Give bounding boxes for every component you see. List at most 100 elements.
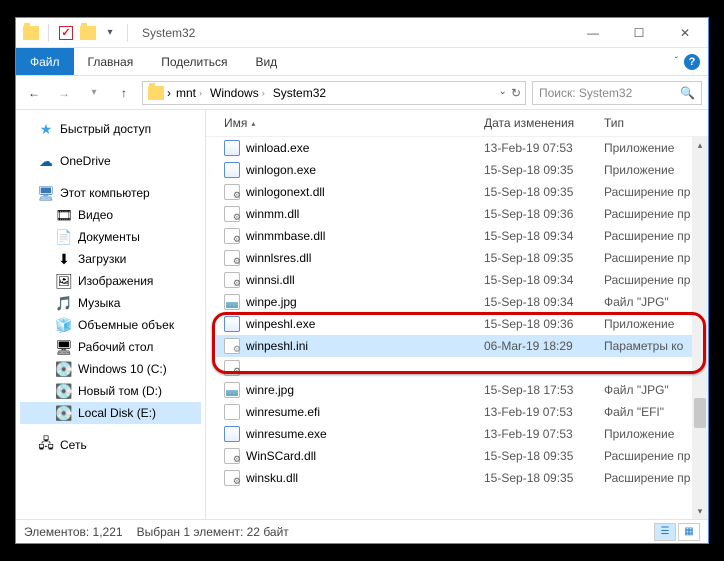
close-button[interactable]: ✕ bbox=[662, 18, 708, 48]
column-type[interactable]: Тип bbox=[596, 114, 708, 132]
history-dropdown[interactable]: ▾ bbox=[82, 81, 106, 105]
nav-drive-c[interactable]: 💽Windows 10 (C:) bbox=[20, 358, 201, 380]
tab-home[interactable]: Главная bbox=[74, 48, 148, 75]
nav-documents[interactable]: 📄Документы bbox=[20, 226, 201, 248]
search-input[interactable]: Поиск: System32 🔍 bbox=[532, 81, 702, 105]
column-headers: Имя▴ Дата изменения Тип bbox=[206, 110, 708, 137]
chevron-right-icon[interactable]: › bbox=[167, 86, 171, 100]
breadcrumb-seg[interactable]: Windows› bbox=[207, 86, 268, 100]
ribbon-collapse-icon[interactable]: ˇ bbox=[675, 56, 678, 67]
file-name: winlogonext.dll bbox=[246, 185, 325, 199]
breadcrumb-seg[interactable]: mnt› bbox=[173, 86, 205, 100]
scroll-up-icon[interactable]: ▴ bbox=[692, 137, 708, 153]
column-name[interactable]: Имя▴ bbox=[216, 114, 476, 132]
qat-dropdown-icon[interactable]: ▾ bbox=[101, 24, 119, 42]
documents-icon: 📄 bbox=[56, 229, 72, 245]
nav-pictures[interactable]: 🖼Изображения bbox=[20, 270, 201, 292]
help-icon[interactable]: ? bbox=[684, 54, 700, 70]
file-name: winload.exe bbox=[246, 141, 309, 155]
refresh-icon[interactable]: ↻ bbox=[511, 86, 521, 100]
file-row[interactable]: winpeshl.ini06-Mar-19 18:29Параметры ко bbox=[216, 335, 708, 357]
star-icon: ★ bbox=[38, 121, 54, 137]
nav-onedrive[interactable]: ☁OneDrive bbox=[20, 150, 201, 172]
file-row[interactable] bbox=[216, 357, 708, 379]
content-pane: Имя▴ Дата изменения Тип winload.exe13-Fe… bbox=[206, 110, 708, 519]
file-row[interactable]: winmmbase.dll15-Sep-18 09:34Расширение п… bbox=[216, 225, 708, 247]
file-row[interactable]: WinSCard.dll15-Sep-18 09:35Расширение пр bbox=[216, 445, 708, 467]
file-date: 15-Sep-18 09:35 bbox=[476, 449, 596, 463]
new-folder-icon[interactable] bbox=[79, 24, 97, 42]
back-button[interactable]: ← bbox=[22, 81, 46, 105]
forward-button[interactable]: → bbox=[52, 81, 76, 105]
navigation-pane[interactable]: ★Быстрый доступ ☁OneDrive 🖥Этот компьюте… bbox=[16, 110, 206, 519]
icons-view-button[interactable]: ▦ bbox=[678, 523, 700, 541]
file-row[interactable]: winresume.exe13-Feb-19 07:53Приложение bbox=[216, 423, 708, 445]
properties-icon[interactable]: ✓ bbox=[57, 24, 75, 42]
scroll-thumb[interactable] bbox=[694, 398, 706, 428]
network-icon: 🖧 bbox=[38, 437, 54, 453]
file-name: winmm.dll bbox=[246, 207, 299, 221]
file-name: winpeshl.exe bbox=[246, 317, 315, 331]
nav-drive-d[interactable]: 💽Новый том (D:) bbox=[20, 380, 201, 402]
file-dll-icon bbox=[224, 184, 240, 200]
file-date: 13-Feb-19 07:53 bbox=[476, 427, 596, 441]
scroll-down-icon[interactable]: ▾ bbox=[692, 503, 708, 519]
file-row[interactable]: winpe.jpg15-Sep-18 09:34Файл "JPG" bbox=[216, 291, 708, 313]
nav-videos[interactable]: 🎞Видео bbox=[20, 204, 201, 226]
titlebar[interactable]: ✓ ▾ System32 — ☐ ✕ bbox=[16, 18, 708, 48]
desktop-icon: 🖥 bbox=[56, 339, 72, 355]
up-button[interactable]: ↑ bbox=[112, 81, 136, 105]
file-date: 15-Sep-18 09:35 bbox=[476, 251, 596, 265]
nav-network[interactable]: 🖧Сеть bbox=[20, 434, 201, 456]
address-dropdown-icon[interactable]: ⌄ bbox=[499, 86, 507, 100]
tab-file[interactable]: Файл bbox=[16, 48, 74, 75]
drive-icon: 💽 bbox=[56, 405, 72, 421]
file-date: 15-Sep-18 09:35 bbox=[476, 185, 596, 199]
file-row[interactable]: winpeshl.exe15-Sep-18 09:36Приложение bbox=[216, 313, 708, 335]
file-row[interactable]: winlogon.exe15-Sep-18 09:35Приложение bbox=[216, 159, 708, 181]
scroll-track[interactable] bbox=[692, 153, 708, 503]
breadcrumb[interactable]: › mnt› Windows› System32 ⌄ ↻ bbox=[142, 81, 526, 105]
drive-icon: 💽 bbox=[56, 361, 72, 377]
nav-quick-access[interactable]: ★Быстрый доступ bbox=[20, 118, 201, 140]
file-row[interactable]: winsku.dll15-Sep-18 09:35Расширение пр bbox=[216, 467, 708, 489]
file-row[interactable]: winload.exe13-Feb-19 07:53Приложение bbox=[216, 137, 708, 159]
scrollbar-vertical[interactable]: ▴ ▾ bbox=[692, 137, 708, 519]
music-icon: 🎵 bbox=[56, 295, 72, 311]
file-row[interactable]: winre.jpg15-Sep-18 17:53Файл "JPG" bbox=[216, 379, 708, 401]
file-dll-icon bbox=[224, 360, 240, 376]
minimize-button[interactable]: — bbox=[570, 18, 616, 48]
nav-drive-e[interactable]: 💽Local Disk (E:) bbox=[20, 402, 201, 424]
nav-music[interactable]: 🎵Музыка bbox=[20, 292, 201, 314]
folder-icon bbox=[147, 84, 165, 102]
file-dll-icon bbox=[224, 470, 240, 486]
file-name: winpe.jpg bbox=[246, 295, 297, 309]
tab-share[interactable]: Поделиться bbox=[147, 48, 241, 75]
file-date: 15-Sep-18 09:36 bbox=[476, 207, 596, 221]
file-row[interactable]: winnlsres.dll15-Sep-18 09:35Расширение п… bbox=[216, 247, 708, 269]
file-dll-icon bbox=[224, 272, 240, 288]
nav-downloads[interactable]: ⬇Загрузки bbox=[20, 248, 201, 270]
maximize-button[interactable]: ☐ bbox=[616, 18, 662, 48]
tab-view[interactable]: Вид bbox=[241, 48, 291, 75]
nav-this-pc[interactable]: 🖥Этот компьютер bbox=[20, 182, 201, 204]
objects-icon: 🧊 bbox=[56, 317, 72, 333]
file-row[interactable]: winmm.dll15-Sep-18 09:36Расширение пр bbox=[216, 203, 708, 225]
file-row[interactable]: winnsi.dll15-Sep-18 09:34Расширение пр bbox=[216, 269, 708, 291]
search-icon[interactable]: 🔍 bbox=[680, 86, 695, 100]
statusbar: Элементов: 1,221 Выбран 1 элемент: 22 ба… bbox=[16, 519, 708, 543]
file-list[interactable]: winload.exe13-Feb-19 07:53Приложениеwinl… bbox=[206, 137, 708, 519]
details-view-button[interactable]: ☰ bbox=[654, 523, 676, 541]
file-dll-icon bbox=[224, 448, 240, 464]
nav-3d-objects[interactable]: 🧊Объемные объек bbox=[20, 314, 201, 336]
file-row[interactable]: winresume.efi13-Feb-19 07:53Файл "EFI" bbox=[216, 401, 708, 423]
cloud-icon: ☁ bbox=[38, 153, 54, 169]
column-date[interactable]: Дата изменения bbox=[476, 114, 596, 132]
pc-icon: 🖥 bbox=[38, 185, 54, 201]
nav-desktop[interactable]: 🖥Рабочий стол bbox=[20, 336, 201, 358]
file-row[interactable]: winlogonext.dll15-Sep-18 09:35Расширение… bbox=[216, 181, 708, 203]
breadcrumb-seg[interactable]: System32 bbox=[270, 86, 329, 100]
search-placeholder: Поиск: System32 bbox=[539, 86, 632, 100]
file-exe-icon bbox=[224, 140, 240, 156]
pictures-icon: 🖼 bbox=[56, 273, 72, 289]
